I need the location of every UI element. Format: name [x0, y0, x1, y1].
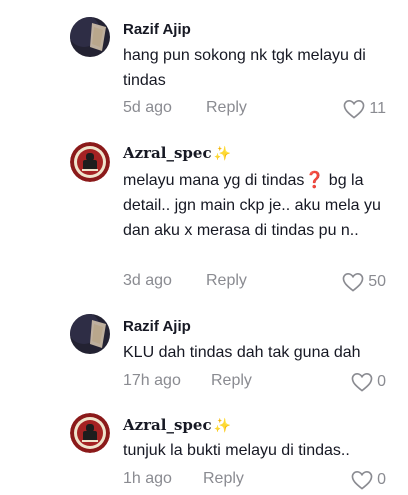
dark-avatar-icon: [70, 314, 110, 354]
comment-item: Razif Ajip KLU dah tindas dah tak guna d…: [0, 300, 408, 400]
avatar[interactable]: [70, 17, 110, 57]
heart-outline-icon: [344, 99, 365, 119]
reply-button[interactable]: Reply: [206, 99, 247, 117]
comment-text: tunjuk la bukti melayu di tindas..: [123, 442, 350, 459]
like-button[interactable]: 50: [342, 272, 386, 292]
avatar[interactable]: [70, 142, 110, 182]
comment-timestamp: 3d ago: [123, 272, 172, 289]
comment-text-part: melayu mana yg di tindas: [123, 172, 305, 189]
comment-item: Razif Ajip hang pun sokong nk tgk melayu…: [0, 0, 408, 130]
comment-text: KLU dah tindas dah tak guna dah: [123, 344, 361, 361]
avatar[interactable]: [70, 413, 110, 453]
like-count: 0: [377, 373, 386, 390]
like-count: 50: [368, 273, 386, 290]
dark-avatar-icon: [70, 17, 110, 57]
comment-timestamp: 1h ago: [123, 470, 172, 487]
username-text: Azral_spec: [123, 416, 212, 434]
sparkle-icon: ✨: [213, 146, 232, 162]
avatar[interactable]: [70, 314, 110, 354]
comment-username[interactable]: Razif Ajip: [123, 21, 191, 38]
comment-text: hang pun sokong nk tgk melayu di tindas: [123, 47, 366, 89]
question-mark-icon: ❓: [304, 172, 325, 189]
like-count: 11: [369, 100, 386, 117]
username-text: Azral_spec: [123, 144, 212, 162]
like-count: 0: [377, 471, 386, 488]
comment-item: Azral_spec ✨ melayu mana yg di tindas❓ bg…: [0, 130, 408, 300]
emblem-avatar-icon: [70, 413, 110, 453]
comment-timestamp: 17h ago: [123, 372, 181, 389]
like-button[interactable]: 0: [351, 372, 386, 392]
comment-username[interactable]: Azral_spec ✨: [123, 416, 231, 434]
sparkle-icon: ✨: [213, 418, 232, 434]
heart-outline-icon: [342, 272, 364, 292]
reply-button[interactable]: Reply: [211, 372, 252, 390]
like-button[interactable]: 11: [343, 99, 386, 119]
comment-timestamp: 5d ago: [123, 99, 172, 116]
comment-item: Azral_spec ✨ tunjuk la bukti melayu di ti…: [0, 400, 408, 495]
comment-username[interactable]: Azral_spec ✨: [123, 144, 231, 162]
heart-outline-icon: [351, 470, 373, 490]
comment-text: melayu mana yg di tindas❓ bg la detail..…: [123, 168, 393, 243]
emblem-avatar-icon: [70, 142, 110, 182]
comment-username[interactable]: Razif Ajip: [123, 318, 191, 335]
heart-outline-icon: [351, 372, 373, 392]
like-button[interactable]: 0: [351, 470, 386, 490]
reply-button[interactable]: Reply: [206, 272, 247, 290]
reply-button[interactable]: Reply: [203, 470, 244, 488]
